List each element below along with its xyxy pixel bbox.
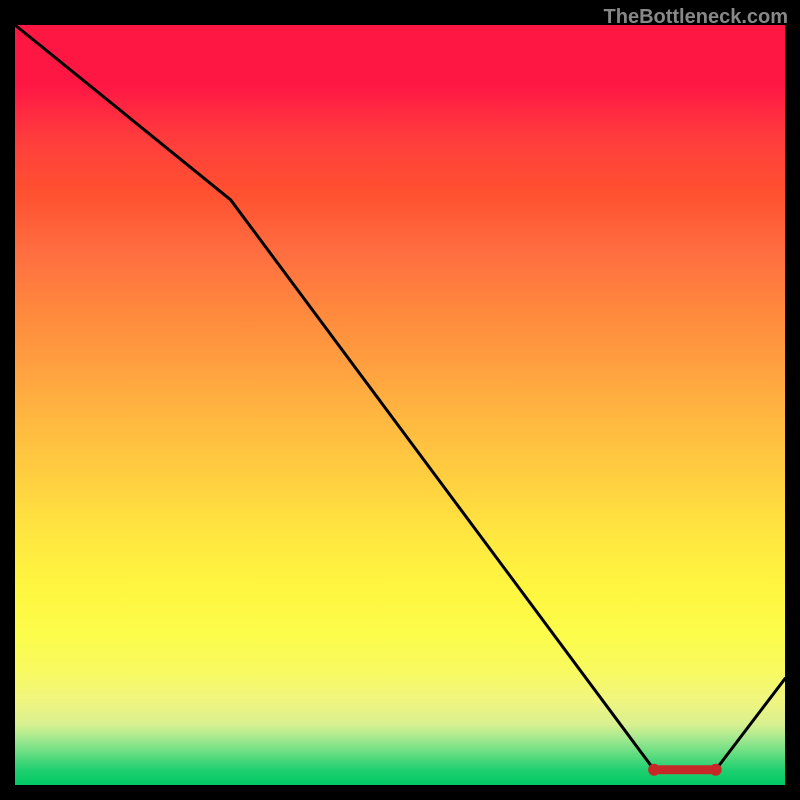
watermark-text: TheBottleneck.com — [604, 6, 788, 29]
highlight-segment — [648, 764, 722, 776]
chart-container: TheBottleneck.com — [0, 0, 800, 800]
main-line — [15, 25, 785, 770]
plot-area — [15, 25, 785, 785]
chart-svg — [15, 25, 785, 785]
